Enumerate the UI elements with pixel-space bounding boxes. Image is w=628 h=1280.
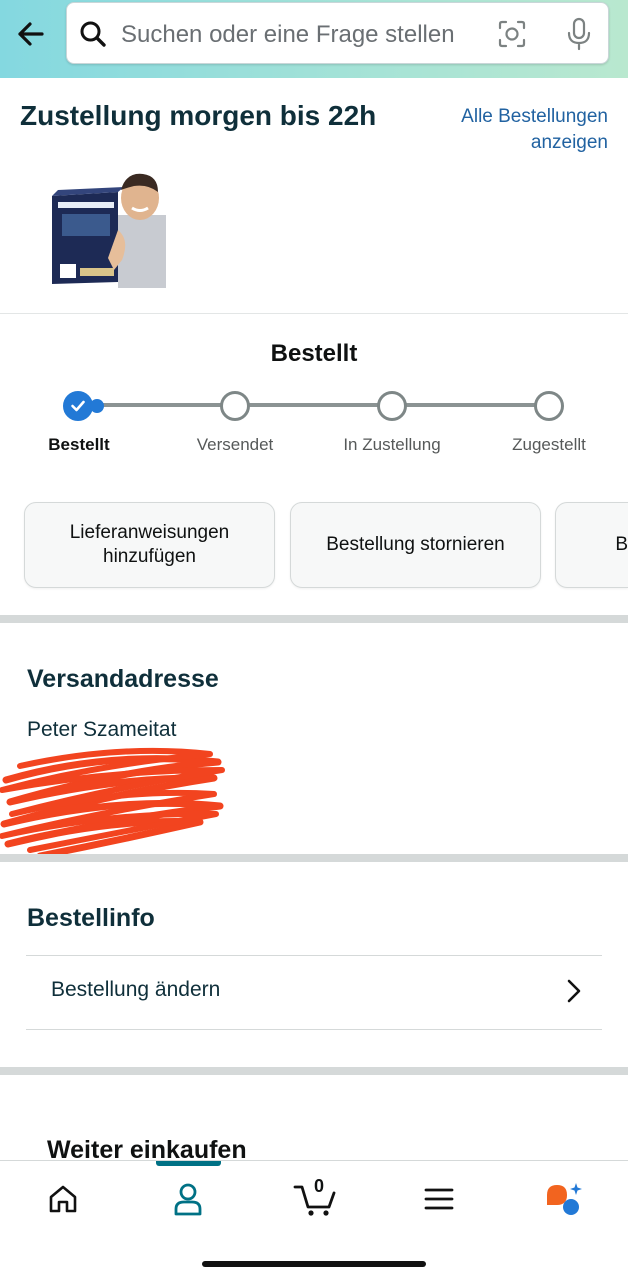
step-delivered-marker	[534, 391, 564, 421]
all-orders-link[interactable]: Alle Bestellungen anzeigen	[438, 104, 608, 156]
product-image-graphic	[48, 170, 166, 288]
nav-profile[interactable]	[163, 1179, 213, 1219]
profile-icon	[174, 1183, 202, 1216]
nav-menu[interactable]	[414, 1179, 464, 1219]
nav-home[interactable]	[38, 1179, 88, 1219]
more-action-button[interactable]: B	[555, 502, 628, 588]
back-arrow-icon	[18, 22, 44, 46]
microphone-icon[interactable]	[564, 17, 594, 51]
order-info-title: Bestellinfo	[27, 904, 155, 932]
progress-track	[95, 403, 535, 407]
delivery-title: Zustellung morgen bis 22h	[20, 100, 377, 131]
step-shipped-marker	[220, 391, 250, 421]
home-icon	[49, 1185, 77, 1213]
product-image[interactable]	[48, 170, 166, 288]
step-label-shipped: Versendet	[196, 435, 274, 454]
search-placeholder: Suchen oder eine Frage stellen	[121, 21, 455, 48]
chevron-right-icon	[567, 979, 581, 1003]
add-delivery-instructions-button[interactable]: Lieferanweisungen hinzufügen	[24, 502, 275, 588]
bottom-navigation: 0	[0, 1160, 628, 1280]
camera-scan-icon[interactable]	[497, 19, 527, 49]
cancel-order-button[interactable]: Bestellung stornieren	[290, 502, 541, 588]
nav-rufus[interactable]	[538, 1179, 588, 1219]
progress-knob	[90, 399, 104, 413]
section-divider	[0, 1067, 628, 1075]
change-order-label: Bestellung ändern	[51, 978, 221, 1001]
menu-icon	[424, 1188, 454, 1210]
section-divider	[0, 615, 628, 623]
cart-count: 0	[313, 1176, 324, 1196]
nav-cart[interactable]: 0	[290, 1176, 340, 1219]
shipping-address-title: Versandadresse	[27, 665, 219, 693]
back-button[interactable]	[12, 14, 52, 54]
step-label-delivered: Zugestellt	[512, 435, 586, 454]
step-label-out-for-delivery: In Zustellung	[343, 435, 441, 454]
search-icon	[80, 21, 106, 47]
address-name: Peter Szameitat	[27, 718, 177, 741]
order-status-title: Bestellt	[270, 340, 358, 367]
step-ordered-marker	[63, 391, 93, 421]
section-divider	[0, 854, 628, 862]
rufus-ai-icon	[547, 1183, 582, 1215]
change-order-row[interactable]: Bestellung ändern	[26, 956, 602, 1029]
row-divider	[26, 1029, 602, 1030]
step-out-for-delivery-marker	[377, 391, 407, 421]
divider	[0, 313, 628, 314]
check-icon	[71, 400, 85, 412]
home-indicator	[202, 1261, 426, 1267]
step-label-ordered: Bestellt	[48, 435, 110, 454]
redaction-scribble	[0, 747, 225, 860]
top-search-bar: Suchen oder eine Frage stellen	[0, 0, 628, 78]
active-tab-indicator	[156, 1161, 221, 1166]
search-input[interactable]: Suchen oder eine Frage stellen	[66, 2, 609, 64]
